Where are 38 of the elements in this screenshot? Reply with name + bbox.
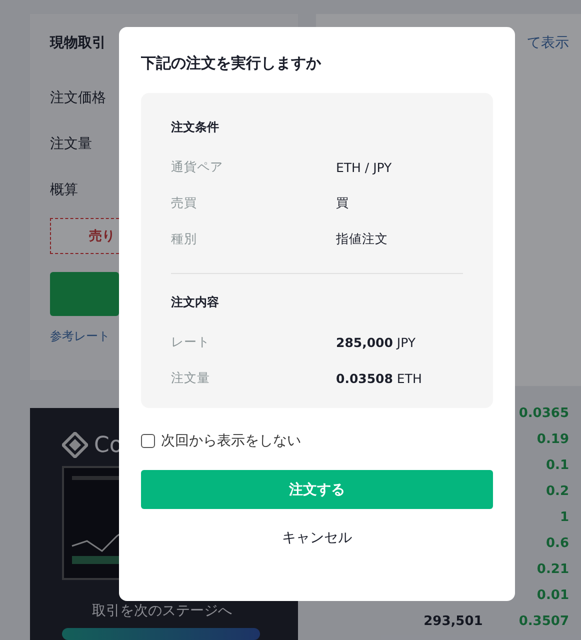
order-amount: 1: [560, 510, 569, 524]
cancel-button[interactable]: キャンセル: [272, 523, 362, 553]
detail-value: 0.03508 ETH: [336, 370, 422, 386]
order-amount: 0.3507: [518, 614, 569, 628]
detail-label: 注文量: [171, 370, 211, 386]
field-label: 注文量: [50, 136, 92, 152]
detail-value: 285,000 JPY: [336, 334, 416, 350]
show-all-link[interactable]: て表示: [527, 34, 569, 52]
logo-icon: [62, 432, 88, 458]
detail-value: 買: [336, 194, 349, 212]
section-heading: 注文内容: [171, 294, 220, 310]
buy-button[interactable]: [50, 272, 119, 316]
order-price: 293,501: [424, 614, 483, 628]
order-amount: 0.19: [536, 432, 569, 446]
field-label: 注文価格: [50, 90, 106, 106]
sell-button[interactable]: 売り: [50, 218, 119, 254]
order-amount: 0.1: [546, 458, 569, 472]
detail-value: ETH / JPY: [336, 160, 392, 174]
field-label: 概算: [50, 182, 78, 198]
section-heading: 注文条件: [171, 119, 220, 135]
detail-label: 種別: [171, 230, 198, 248]
dialog-title: 下記の注文を実行しますか: [141, 53, 322, 73]
order-amount: 0.21: [536, 562, 569, 576]
banner-button[interactable]: [62, 628, 260, 640]
checkbox[interactable]: [141, 434, 155, 448]
detail-label: 通貨ペア: [171, 158, 224, 176]
reference-rate-label: 参考レート: [50, 328, 110, 345]
confirm-button[interactable]: 注文する: [141, 470, 493, 509]
order-amount: 0.2: [546, 484, 569, 498]
order-amount: 0.0365: [518, 406, 569, 420]
detail-label: レート: [171, 334, 211, 350]
checkbox-label: 次回から表示をしない: [161, 432, 301, 450]
panel-title: 現物取引: [50, 34, 107, 52]
order-amount: 0.01: [536, 588, 569, 602]
banner-tagline: 取引を次のステージへ: [92, 602, 232, 620]
order-amount: 0.6: [546, 536, 569, 550]
detail-label: 売買: [171, 194, 198, 212]
detail-value: 指値注文: [336, 230, 388, 248]
